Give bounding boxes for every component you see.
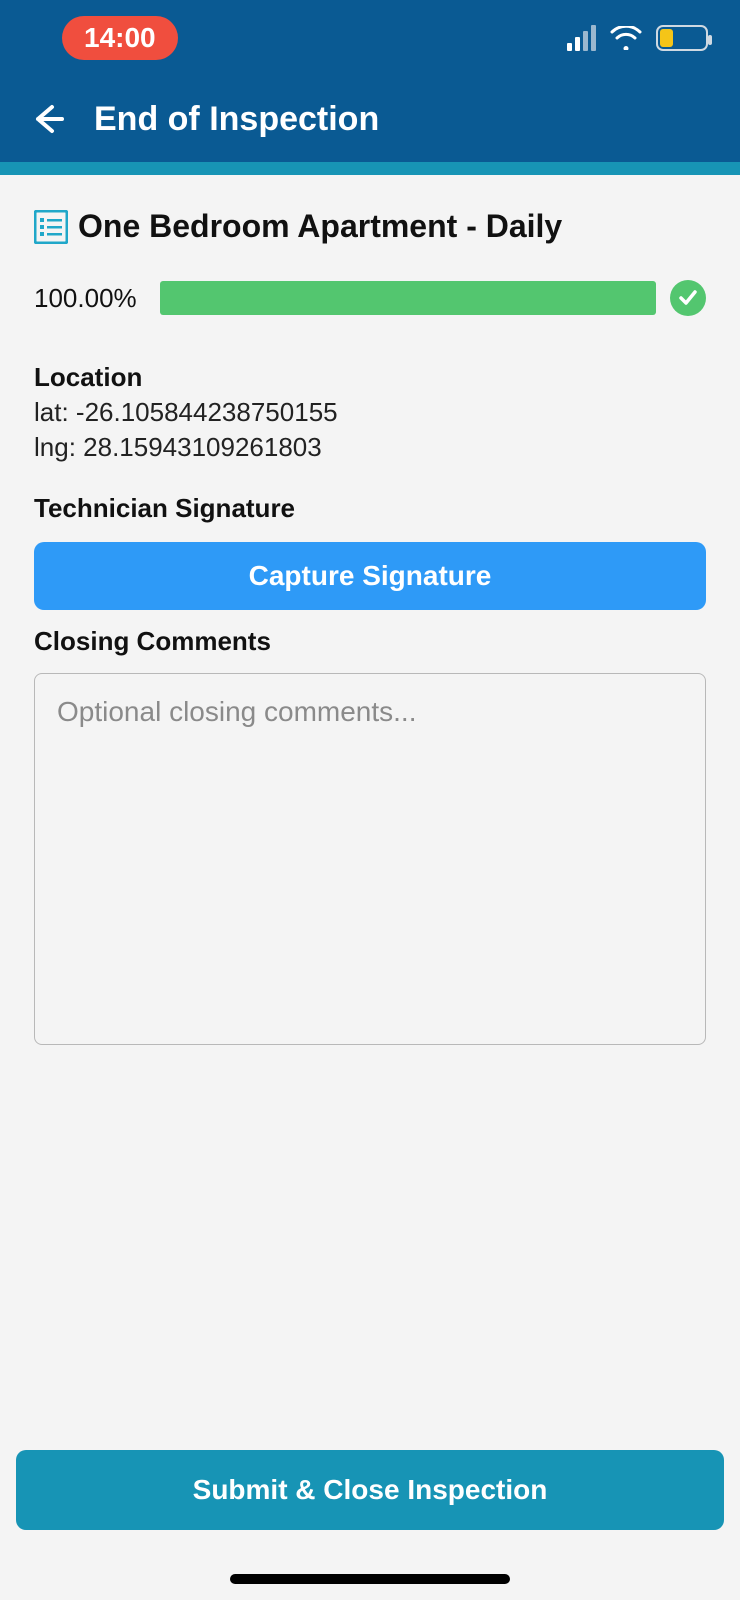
submit-close-button[interactable]: Submit & Close Inspection [16,1450,724,1530]
status-bar: 14:00 [0,0,740,76]
location-lng: lng: 28.15943109261803 [34,432,706,463]
closing-comments-input[interactable] [34,673,706,1045]
battery-icon [656,25,708,51]
progress-percentage: 100.00% [34,283,146,314]
signature-label: Technician Signature [34,493,706,524]
cellular-signal-icon [567,25,596,51]
page-header-title: End of Inspection [94,100,379,139]
inspection-title: One Bedroom Apartment - Daily [78,209,562,244]
location-lat: lat: -26.10584423875015​5 [34,397,706,428]
progress-row: 100.00% [34,280,706,316]
progress-complete-check-icon [670,280,706,316]
wifi-icon [610,26,642,50]
arrow-left-icon [30,101,66,137]
time-pill: 14:00 [62,16,178,60]
status-icons [567,25,708,51]
main-content: One Bedroom Apartment - Daily 100.00% Lo… [0,175,740,1600]
location-label: Location [34,362,706,393]
checklist-icon [34,210,68,244]
back-button[interactable] [30,101,66,137]
progress-bar [160,281,656,315]
inspection-title-row: One Bedroom Apartment - Daily [34,209,706,244]
app-header: End of Inspection [0,76,740,162]
capture-signature-button[interactable]: Capture Signature [34,542,706,610]
header-accent-strip [0,162,740,175]
closing-comments-label: Closing Comments [34,626,706,657]
footer: Submit & Close Inspection [16,1450,724,1530]
home-indicator [230,1574,510,1584]
